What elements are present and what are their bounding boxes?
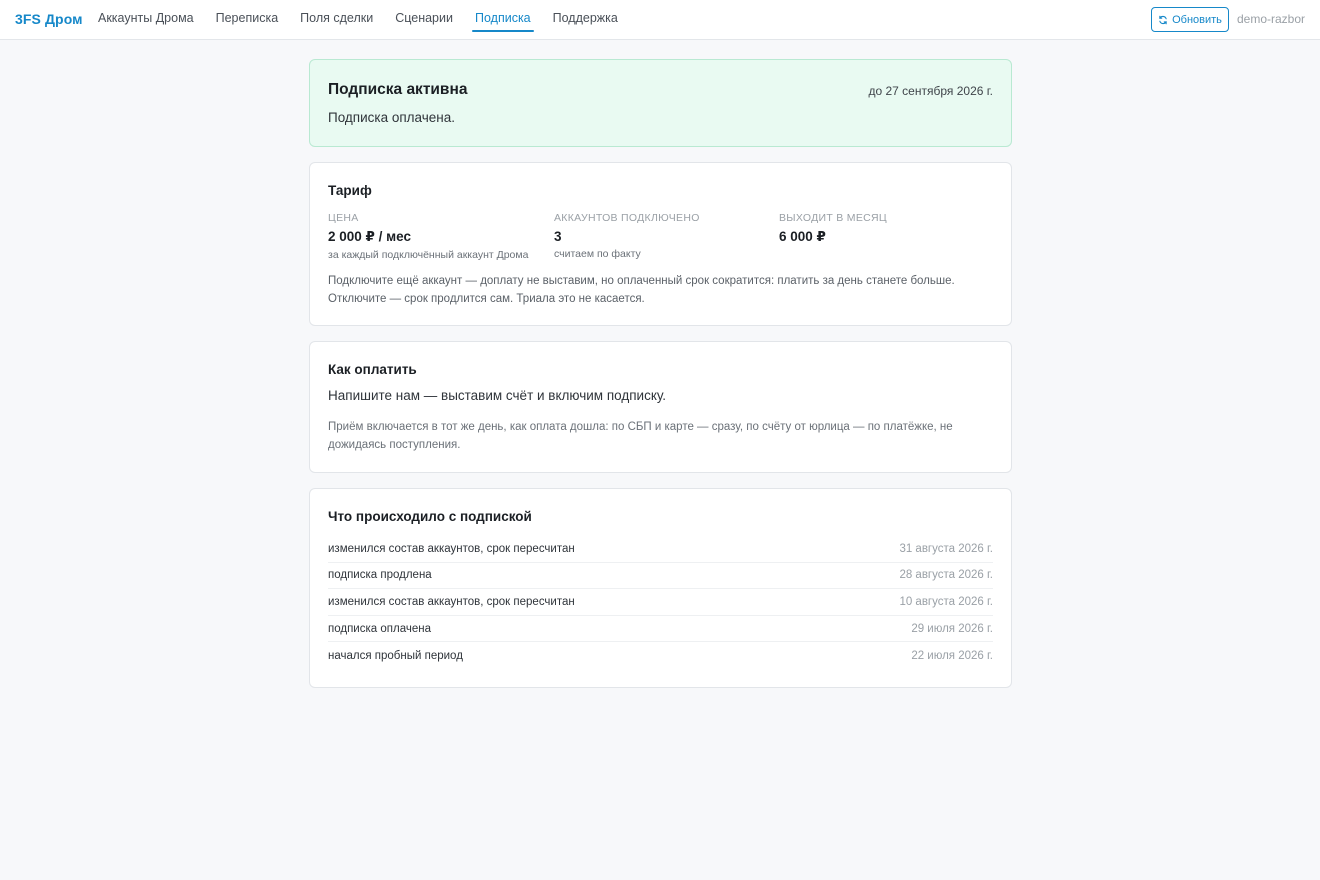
how-to-pay-note-line: дожидаясь поступления. [328, 439, 461, 451]
stat-price-value: 2 000 ₽ / мес [328, 229, 412, 244]
history-date: 28 августа 2026 г. [899, 569, 993, 582]
stat-monthly-label: Выходит в месяц [779, 212, 887, 224]
history-date: 22 июля 2026 г. [911, 649, 993, 662]
how-to-pay-lead: Напишите нам — выставим счёт и включим п… [328, 388, 667, 403]
nav-item-subscription[interactable]: Подписка [472, 0, 534, 40]
history-date: 29 июля 2026 г. [911, 622, 993, 635]
tariff-card: Тариф Цена 2 000 ₽ / мес за каждый подкл… [309, 162, 1012, 326]
tariff-note: Подключите ещё аккаунт — доплату не выст… [328, 272, 988, 308]
history-row: изменился состав аккаунтов, срок пересчи… [328, 589, 993, 616]
nav-item-scenarios[interactable]: Сценарии [395, 0, 453, 40]
refresh-button[interactable]: Обновить [1151, 7, 1229, 32]
history-list: изменился состав аккаунтов, срок пересчи… [328, 536, 993, 669]
how-to-pay-card: Как оплатить Напишите нам — выставим счё… [309, 341, 1012, 473]
status-text: Подписка оплачена. [328, 110, 456, 125]
status-until-date: до 27 сентября 2026 г. [868, 84, 993, 98]
history-date: 10 августа 2026 г. [899, 595, 993, 608]
tariff-note-line: Отключите — срок продлится сам. Триала э… [328, 293, 645, 305]
tariff-note-line: Подключите ещё аккаунт — доплату не выст… [328, 275, 955, 287]
history-event: начался пробный период [328, 649, 463, 662]
how-to-pay-note: Приём включается в тот же день, как опла… [328, 418, 988, 454]
history-row: подписка продлена 28 августа 2026 г. [328, 563, 993, 590]
how-to-pay-note-line: Приём включается в тот же день, как опла… [328, 421, 953, 433]
history-row: начался пробный период 22 июля 2026 г. [328, 642, 993, 669]
nav-item-deal-fields[interactable]: Поля сделки [300, 0, 373, 40]
stat-price: Цена 2 000 ₽ / мес за каждый подключённы… [328, 212, 528, 261]
history-date: 31 августа 2026 г. [899, 542, 993, 555]
subscription-history-card: Что происходило с подпиской изменился со… [309, 488, 1012, 688]
stat-accounts-value: 3 [554, 229, 562, 244]
subscription-status-card: Подписка активна до 27 сентября 2026 г. … [309, 59, 1012, 147]
top-navbar: 3FS Дром Аккаунты Дрома Переписка Поля с… [0, 0, 1320, 40]
history-event: подписка оплачена [328, 622, 431, 635]
stat-accounts-note: считаем по факту [554, 248, 641, 260]
history-row: подписка оплачена 29 июля 2026 г. [328, 616, 993, 643]
refresh-icon [1159, 15, 1167, 24]
nav-item-support[interactable]: Поддержка [553, 0, 618, 40]
stat-price-label: Цена [328, 212, 359, 224]
stat-price-note: за каждый подключённый аккаунт Дрома [328, 249, 529, 261]
how-to-pay-title: Как оплатить [328, 362, 417, 377]
stat-monthly: Выходит в месяц 6 000 ₽ [779, 212, 887, 245]
history-event: изменился состав аккаунтов, срок пересчи… [328, 542, 575, 555]
stat-accounts-label: Аккаунтов подключено [554, 212, 700, 224]
refresh-button-label: Обновить [1172, 13, 1222, 26]
stat-accounts: Аккаунтов подключено 3 считаем по факту [554, 212, 700, 260]
user-account-name[interactable]: demo-razbor [1237, 12, 1305, 26]
nav-item-accounts[interactable]: Аккаунты Дрома [98, 0, 194, 40]
stat-monthly-value: 6 000 ₽ [779, 229, 826, 244]
history-title: Что происходило с подпиской [328, 509, 532, 524]
history-event: изменился состав аккаунтов, срок пересчи… [328, 595, 575, 608]
brand-logo[interactable]: 3FS Дром [15, 11, 83, 27]
status-title: Подписка активна [328, 81, 468, 98]
history-event: подписка продлена [328, 569, 432, 582]
main-nav: Аккаунты Дрома Переписка Поля сделки Сце… [98, 0, 640, 40]
history-row: изменился состав аккаунтов, срок пересчи… [328, 536, 993, 563]
tariff-title: Тариф [328, 183, 372, 198]
nav-item-messages[interactable]: Переписка [216, 0, 279, 40]
